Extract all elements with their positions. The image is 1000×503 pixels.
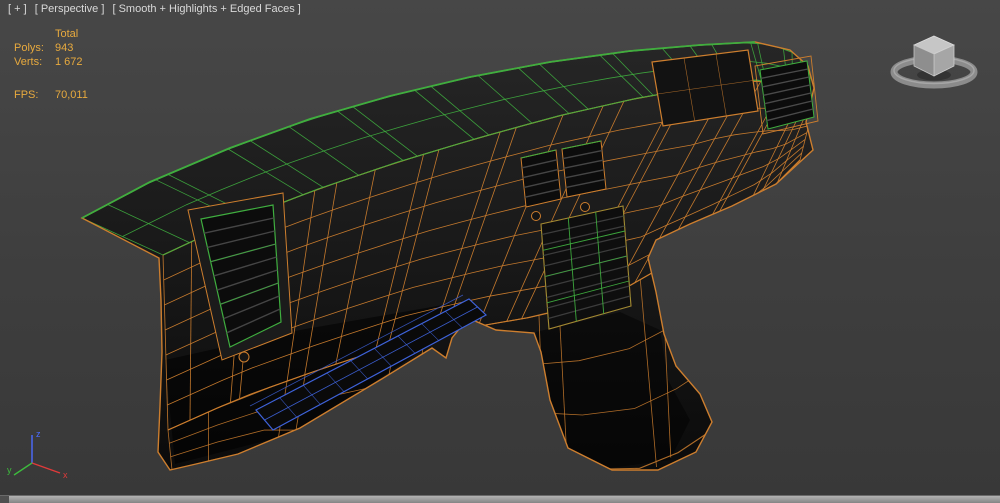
stats-fps-label: FPS: bbox=[14, 88, 55, 102]
stats-total-row: Total bbox=[14, 27, 88, 41]
viewport-menu-pov[interactable]: [ Perspective ] bbox=[35, 3, 105, 15]
stats-total-label: Total bbox=[55, 27, 78, 41]
stats-fps-row: FPS: 70,011 bbox=[14, 88, 88, 102]
stats-polys-label: Polys: bbox=[14, 41, 55, 55]
view-cube[interactable] bbox=[882, 14, 992, 98]
world-axis-tripod: z x y bbox=[6, 423, 78, 485]
center-knob bbox=[532, 212, 541, 221]
viewport-label: [ + ] [ Perspective ] [ Smooth + Highlig… bbox=[8, 3, 306, 15]
viewcube-cube[interactable] bbox=[914, 36, 954, 76]
axis-x-label: x bbox=[63, 470, 68, 480]
viewport-menu-shading[interactable]: [ Smooth + Highlights + Edged Faces ] bbox=[112, 3, 300, 15]
left-vent-knob bbox=[239, 352, 249, 362]
3d-viewport[interactable]: [ + ] [ Perspective ] [ Smooth + Highlig… bbox=[0, 0, 1000, 503]
center-knob bbox=[581, 203, 590, 212]
track-bar-notch bbox=[0, 496, 9, 503]
track-bar[interactable] bbox=[0, 495, 1000, 503]
stats-verts-label: Verts: bbox=[14, 55, 55, 69]
stats-polys-row: Polys: 943 bbox=[14, 41, 88, 55]
viewport-canvas[interactable] bbox=[0, 0, 1000, 503]
axis-y-label: y bbox=[7, 465, 12, 475]
stats-verts-row: Verts: 1 672 bbox=[14, 55, 88, 69]
stats-fps-value: 70,011 bbox=[55, 88, 88, 102]
viewport-menu-general[interactable]: [ + ] bbox=[8, 3, 27, 15]
statistics-overlay: Total Polys: 943 Verts: 1 672 FPS: 70,01… bbox=[14, 27, 88, 102]
axis-z-label: z bbox=[36, 429, 41, 439]
stats-verts-value: 1 672 bbox=[55, 55, 83, 69]
stats-polys-value: 943 bbox=[55, 41, 73, 55]
